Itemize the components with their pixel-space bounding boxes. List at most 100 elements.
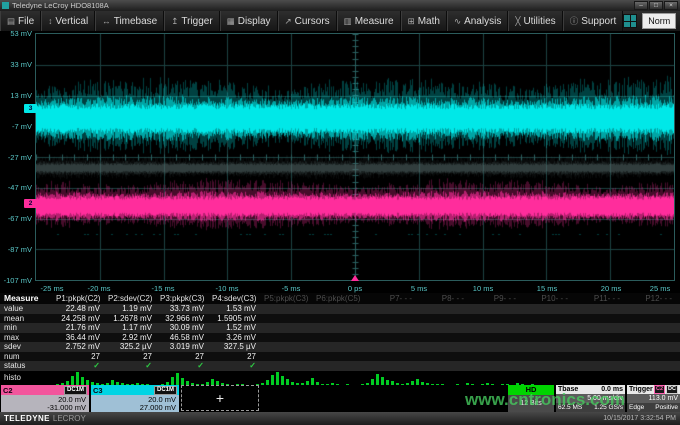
- histogram-bar: [181, 378, 184, 385]
- y-axis-label: 53 mV: [0, 29, 32, 38]
- channel-c2-header: C2 DC1M: [1, 385, 89, 395]
- measure-cell: [524, 314, 576, 324]
- norm-button[interactable]: Norm: [642, 13, 676, 29]
- math-icon: ⊞: [408, 16, 415, 27]
- hd-mode-label: HD: [508, 385, 554, 395]
- measure-column-header-p1[interactable]: P1:pkpk(C2): [56, 293, 108, 304]
- menu-label: Trigger: [181, 16, 212, 27]
- measure-cell: [576, 304, 628, 314]
- trigger-slope: Positive: [655, 403, 678, 412]
- y-axis-label: -7 mV: [0, 122, 32, 131]
- measure-cell: [420, 361, 472, 371]
- measure-cell: [472, 352, 524, 362]
- menu-bar: ▤File↕Vertical↔Timebase↥Trigger▦Display↗…: [0, 11, 680, 32]
- measure-cell: [316, 361, 368, 371]
- channel-c3-marker[interactable]: 3: [24, 104, 37, 113]
- maximize-icon[interactable]: □: [649, 1, 663, 10]
- menu-label: Measure: [355, 16, 394, 27]
- trigger-label: Trigger: [629, 386, 653, 393]
- histogram-bar: [271, 375, 274, 385]
- support-info-icon: ⓘ: [570, 15, 579, 27]
- menu-math[interactable]: ⊞Math: [401, 11, 447, 31]
- trigger-type-slope: Edge Positive: [627, 403, 680, 412]
- channel-c2-settings: 20.0 mV -31.000 mV: [1, 395, 89, 413]
- measure-header-row: MeasureP1:pkpk(C2)P2:sdev(C2)P3:pkpk(C3)…: [0, 293, 680, 304]
- hd-mode-box[interactable]: HD 12 Bits: [508, 385, 554, 412]
- y-axis-label: -47 mV: [0, 183, 32, 192]
- measure-cell: 327.5 µV: [212, 342, 264, 352]
- measure-row-num: num27272727: [0, 352, 680, 362]
- vertical-arrows-icon: ↕: [48, 16, 52, 26]
- menu-analysis[interactable]: ∿Analysis: [447, 11, 508, 31]
- menu-timebase[interactable]: ↔Timebase: [95, 11, 164, 31]
- trigger-box[interactable]: Trigger C2 DC 113.0 mV Edge Positive: [627, 385, 680, 412]
- timebase-label: Tbase: [558, 386, 578, 393]
- measure-row-label: sdev: [0, 342, 56, 352]
- menu-display[interactable]: ▦Display: [220, 11, 278, 31]
- measure-cell: [368, 342, 420, 352]
- measure-cell: [316, 333, 368, 343]
- channel-c2-marker[interactable]: 2: [24, 199, 37, 208]
- measure-row-sdev: sdev2.752 mV325.2 µV3.019 mV327.5 µV: [0, 342, 680, 352]
- measure-cell: 1.53 mV: [212, 304, 264, 314]
- graticule[interactable]: [35, 33, 675, 281]
- measure-column-header-p11[interactable]: P11- - -: [576, 293, 628, 304]
- measure-column-header-p6[interactable]: P6:pkpk(C5): [316, 293, 368, 304]
- measure-column-header-p4[interactable]: P4:sdev(C3): [212, 293, 264, 304]
- measure-column-header-p12[interactable]: P12- - -: [628, 293, 680, 304]
- waveform-canvas: [36, 34, 674, 280]
- measure-column-header-p9[interactable]: P9- - -: [472, 293, 524, 304]
- brand-teledyne: TELEDYNE: [4, 414, 50, 423]
- measure-cell: 22.48 mV: [56, 304, 108, 314]
- measure-cell: [264, 304, 316, 314]
- measure-column-header-p7[interactable]: P7- - -: [368, 293, 420, 304]
- measure-column-header-p3[interactable]: P3:pkpk(C3): [160, 293, 212, 304]
- menu-label: File: [18, 16, 34, 27]
- measure-cell: ✓: [160, 361, 212, 371]
- menu-label: Display: [238, 16, 271, 27]
- measure-title: Measure: [0, 293, 56, 304]
- measure-cell: [524, 333, 576, 343]
- minimize-icon[interactable]: –: [634, 1, 648, 10]
- histogram-bar: [276, 372, 279, 385]
- menu-file[interactable]: ▤File: [0, 11, 41, 31]
- trigger-header: Trigger C2 DC: [627, 385, 680, 394]
- measure-cell: [368, 314, 420, 324]
- measure-cell: [420, 323, 472, 333]
- measure-cell: 33.73 mV: [160, 304, 212, 314]
- channel-c3-settings: 20.0 mV 27.000 mV: [91, 395, 179, 413]
- measure-cell: [264, 342, 316, 352]
- measure-cell: [472, 314, 524, 324]
- menu-support[interactable]: ⓘSupport: [563, 11, 624, 31]
- measure-cell: [472, 323, 524, 333]
- timebase-box[interactable]: Tbase 0.0 ms 5.00 ms/div 62.5 MS 1.25 GS…: [556, 385, 625, 412]
- channel-c3-descriptor[interactable]: C3 DC1M 20.0 mV 27.000 mV: [91, 385, 179, 412]
- trigger-time-marker[interactable]: [351, 275, 359, 281]
- channel-c2-label: C2: [3, 386, 13, 395]
- measure-row-label: value: [0, 304, 56, 314]
- measure-column-header-p2[interactable]: P2:sdev(C2): [108, 293, 160, 304]
- menu-label: Support: [581, 16, 616, 27]
- close-icon[interactable]: ×: [664, 1, 678, 10]
- menu-trigger[interactable]: ↥Trigger: [164, 11, 219, 31]
- measure-cell: 2.752 mV: [56, 342, 108, 352]
- measure-cell: [576, 361, 628, 371]
- menu-utilities[interactable]: ╳Utilities: [508, 11, 562, 31]
- measure-column-header-p8[interactable]: P8- - -: [420, 293, 472, 304]
- measure-cell: [420, 333, 472, 343]
- histogram-bar: [81, 377, 84, 385]
- channel-c2-descriptor[interactable]: C2 DC1M 20.0 mV -31.000 mV: [1, 385, 89, 412]
- histogram-bar: [176, 373, 179, 385]
- measure-column-header-p5[interactable]: P5:pkpk(C3): [264, 293, 316, 304]
- menu-measure[interactable]: ▥Measure: [337, 11, 401, 31]
- grid-display-icon[interactable]: [623, 14, 637, 28]
- measure-row-label: mean: [0, 314, 56, 324]
- channel-c2-coupling-badge: DC1M: [64, 386, 87, 395]
- measure-cell: 1.19 mV: [108, 304, 160, 314]
- add-trace-button[interactable]: +: [181, 385, 259, 411]
- menu-vertical[interactable]: ↕Vertical: [41, 11, 95, 31]
- measure-cell: 3.26 mV: [212, 333, 264, 343]
- menu-cursors[interactable]: ↗Cursors: [278, 11, 337, 31]
- window-controls: – □ ×: [634, 1, 678, 10]
- measure-column-header-p10[interactable]: P10- - -: [524, 293, 576, 304]
